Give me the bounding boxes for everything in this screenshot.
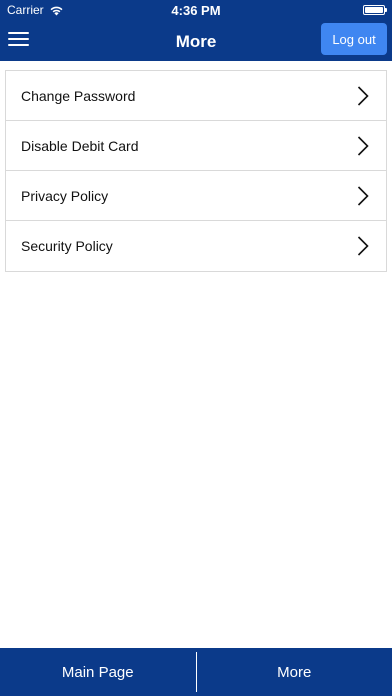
header-area: Carrier 4:36 PM More Log out — [0, 0, 392, 61]
tab-more[interactable]: More — [197, 648, 392, 696]
logout-button[interactable]: Log out — [321, 23, 387, 55]
app-screen: Carrier 4:36 PM More Log out Change Pass… — [0, 0, 392, 696]
menu-item-label: Change Password — [21, 87, 136, 104]
status-bar: Carrier 4:36 PM — [0, 0, 392, 20]
menu-item-label: Security Policy — [21, 238, 113, 254]
navigation-bar: More Log out — [0, 20, 392, 61]
chevron-right-icon — [357, 86, 369, 106]
menu-item-label: Disable Debit Card — [21, 137, 139, 154]
tab-main-page[interactable]: Main Page — [0, 648, 196, 696]
status-time: 4:36 PM — [171, 3, 221, 18]
menu-item-disable-debit-card[interactable]: Disable Debit Card — [6, 121, 386, 171]
chevron-right-icon — [357, 236, 369, 256]
menu-item-security-policy[interactable]: Security Policy — [6, 221, 386, 271]
chevron-right-icon — [357, 186, 369, 206]
menu-item-label: Privacy Policy — [21, 187, 109, 204]
bottom-tab-bar: Main Page More — [0, 648, 392, 696]
battery-icon — [363, 5, 387, 15]
chevron-right-icon — [357, 136, 369, 156]
menu-item-change-password[interactable]: Change Password — [6, 71, 386, 121]
menu-item-privacy-policy[interactable]: Privacy Policy — [6, 171, 386, 221]
more-menu-list: Change Password Disable Debit Card Priva… — [5, 70, 387, 272]
